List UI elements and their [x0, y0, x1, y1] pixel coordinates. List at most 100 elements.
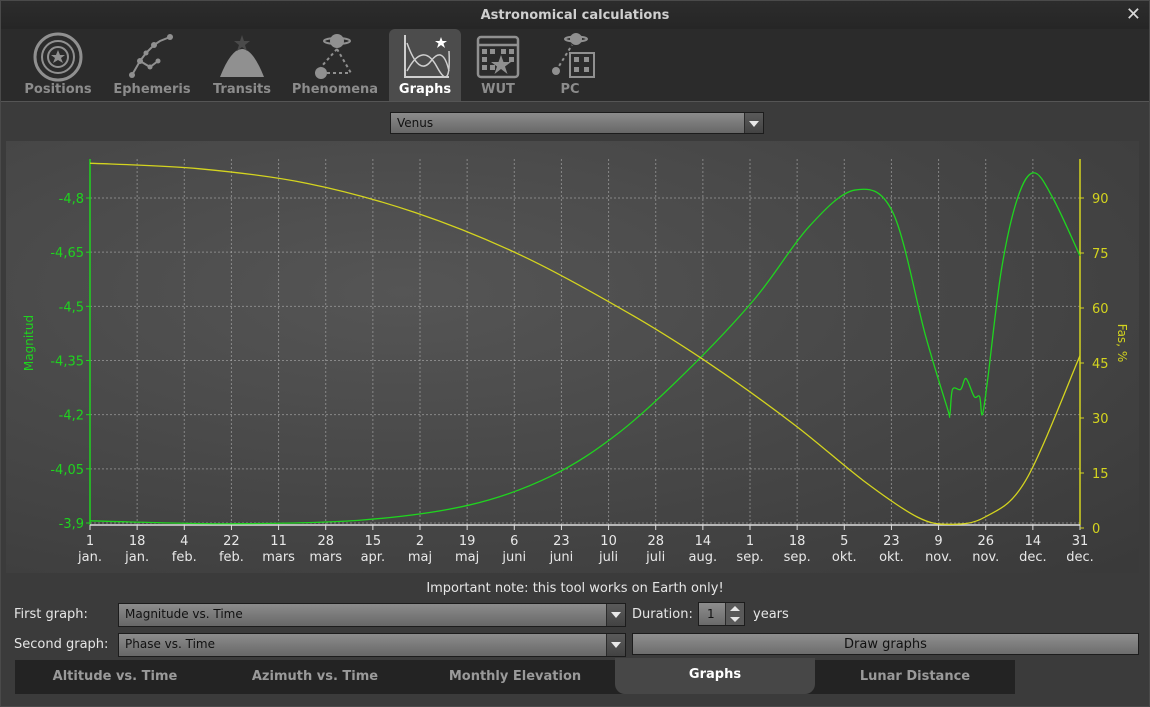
x-tick-label: jan. [77, 550, 102, 565]
x-tick-label: 5 [840, 534, 848, 549]
y-left-tick-label: -4,05 [50, 463, 84, 478]
x-tick-label: juni [549, 550, 574, 565]
x-tick-label: sep. [784, 550, 811, 565]
tab-monthly-elevation[interactable]: Monthly Elevation [415, 660, 615, 694]
y-right-tick-label: 75 [1092, 247, 1109, 262]
x-tick-label: 31 [1072, 534, 1089, 549]
tab-graphs-bottom[interactable]: Graphs [615, 658, 815, 694]
wut-icon [476, 35, 520, 79]
x-tick-label: 4 [180, 534, 188, 549]
tab-label: Positions [24, 82, 92, 97]
x-tick-label: nov. [972, 550, 999, 565]
x-tick-label: 11 [270, 534, 287, 549]
x-tick-label: apr. [361, 550, 386, 565]
x-tick-label: feb. [172, 550, 197, 565]
x-tick-label: 22 [223, 534, 240, 549]
tab-positions[interactable]: Positions [17, 29, 99, 101]
x-tick-label: nov. [925, 550, 952, 565]
tab-lunar-distance[interactable]: Lunar Distance [815, 660, 1015, 694]
y-left-tick-label: -4,8 [59, 192, 84, 207]
window-title: Astronomical calculations [480, 8, 670, 23]
x-tick-label: 18 [789, 534, 806, 549]
tab-wut[interactable]: WUT [467, 29, 529, 101]
x-tick-label: 2 [416, 534, 424, 549]
stepper-down-icon[interactable] [725, 614, 744, 625]
bottom-tab-bar: Altitude vs. Time Azimuth vs. Time Month… [15, 658, 1015, 694]
x-tick-label: jan. [124, 550, 149, 565]
x-tick-label: 23 [553, 534, 570, 549]
tab-transits[interactable]: Transits [205, 29, 279, 101]
main-tab-bar: Positions Ephemeris Transits Phenomena G… [1, 29, 1149, 102]
chevron-down-icon[interactable] [606, 634, 625, 656]
y-left-tick-label: -4,2 [59, 409, 84, 424]
x-tick-label: okt. [832, 550, 857, 565]
y-left-tick-label: -3,9 [59, 517, 84, 532]
x-tick-label: 1 [746, 534, 754, 549]
y-left-tick-label: -4,35 [50, 355, 84, 370]
tab-label: Graphs [398, 82, 452, 97]
tab-pc[interactable]: PC [539, 29, 601, 101]
x-tick-label: maj [455, 550, 479, 565]
x-tick-label: aug. [689, 550, 718, 565]
first-graph-label: First graph: [14, 607, 88, 622]
y-right-tick-label: 90 [1092, 192, 1109, 207]
x-tick-label: dec. [1019, 550, 1047, 565]
x-tick-label: 28 [647, 534, 664, 549]
chevron-down-icon[interactable] [744, 113, 763, 133]
x-tick-label: 9 [934, 534, 942, 549]
x-tick-label: feb. [219, 550, 244, 565]
y-left-axis-label: Magnitud [22, 315, 36, 371]
x-tick-label: 18 [129, 534, 146, 549]
y-left-tick-label: -4,65 [50, 246, 84, 261]
x-tick-label: 10 [600, 534, 617, 549]
graph-chart: 1jan.18jan.4feb.22feb.11mars28mars15apr.… [6, 141, 1139, 573]
x-tick-label: 23 [883, 534, 900, 549]
duration-stepper[interactable]: 1 [698, 602, 745, 626]
x-tick-label: 6 [510, 534, 518, 549]
y-right-tick-label: 15 [1092, 467, 1109, 482]
y-right-tick-label: 0 [1092, 522, 1100, 537]
second-graph-value: Phase vs. Time [125, 637, 215, 651]
earth-only-note: Important note: this tool works on Earth… [426, 581, 724, 596]
tab-label: PC [560, 82, 580, 97]
phenomena-icon [315, 34, 352, 79]
x-tick-label: juni [501, 550, 526, 565]
tab-phenomena[interactable]: Phenomena [287, 29, 383, 101]
object-select-value: Venus [397, 116, 434, 130]
tab-azimuth-vs-time[interactable]: Azimuth vs. Time [215, 660, 415, 694]
tab-graphs[interactable]: Graphs [389, 29, 461, 101]
y-right-tick-label: 30 [1092, 412, 1109, 427]
graphs-icon [404, 35, 450, 78]
x-tick-label: 14 [1025, 534, 1042, 549]
tab-label: Phenomena [291, 82, 379, 97]
title-bar: Astronomical calculations ✕ [1, 1, 1149, 29]
calculations-window: Astronomical calculations ✕ Positions Ep… [0, 0, 1150, 707]
duration-value: 1 [707, 607, 715, 621]
x-tick-label: mars [309, 550, 342, 565]
x-tick-label: 26 [977, 534, 994, 549]
object-select[interactable]: Venus [390, 112, 764, 134]
x-tick-label: dec. [1066, 550, 1094, 565]
first-graph-value: Magnitude vs. Time [125, 607, 243, 621]
close-icon[interactable]: ✕ [1126, 4, 1141, 25]
y-right-tick-label: 45 [1092, 357, 1109, 372]
tab-ephemeris[interactable]: Ephemeris [107, 29, 197, 101]
y-right-axis-label: Fas, % [1115, 324, 1129, 362]
x-tick-label: 28 [317, 534, 334, 549]
tab-altitude-vs-time[interactable]: Altitude vs. Time [15, 660, 215, 694]
x-tick-label: juli [598, 550, 618, 565]
chevron-down-icon[interactable] [606, 604, 625, 626]
x-tick-label: juli [645, 550, 665, 565]
graph-area: 1 jan. 18 jan. 4 feb. 22 feb. 11 mars 28 mars 15 apr.… [6, 141, 1139, 573]
x-tick-label: mars [262, 550, 295, 565]
x-tick-label: maj [408, 550, 432, 565]
tab-label: Transits [212, 82, 272, 97]
second-graph-select[interactable]: Phase vs. Time [118, 633, 626, 657]
tab-label: WUT [481, 82, 515, 97]
positions-icon [33, 32, 83, 82]
draw-graphs-button[interactable]: Draw graphs [632, 633, 1139, 655]
x-tick-label: 1 [86, 534, 94, 549]
first-graph-select[interactable]: Magnitude vs. Time [118, 603, 626, 627]
ephemeris-icon [129, 34, 173, 78]
second-graph-label: Second graph: [14, 637, 109, 652]
